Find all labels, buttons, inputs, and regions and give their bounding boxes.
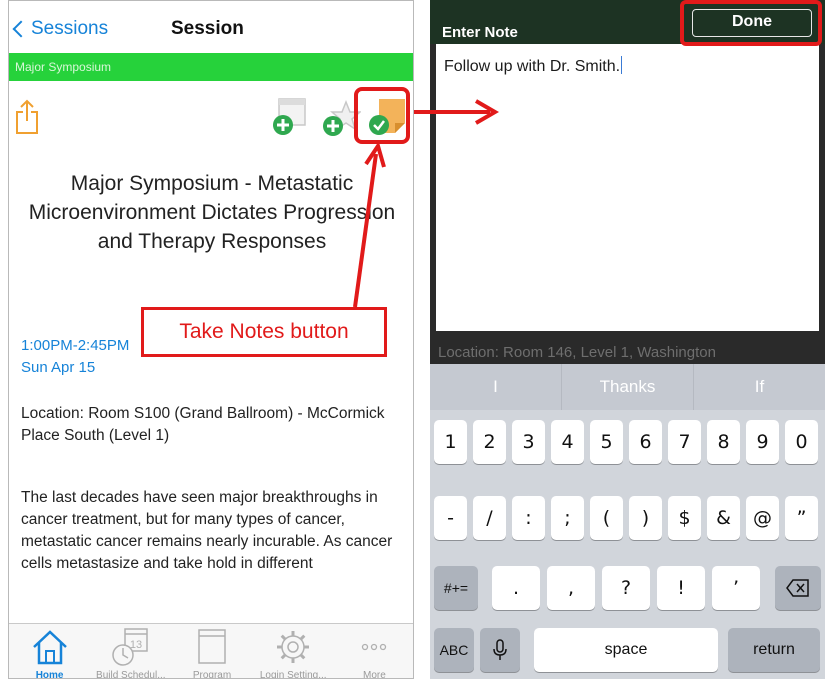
prediction-3[interactable]: If	[694, 364, 825, 410]
key-hyphen[interactable]: -	[434, 496, 467, 540]
backspace-icon	[786, 579, 809, 597]
key-colon[interactable]: :	[512, 496, 545, 540]
predictive-bar: I Thanks If	[430, 364, 825, 410]
key-7[interactable]: 7	[668, 420, 701, 464]
category-bar: Major Symposium	[9, 53, 413, 81]
done-highlight	[680, 0, 822, 46]
more-icon	[362, 643, 387, 651]
key-slash[interactable]: /	[473, 496, 506, 540]
page-title: Session	[171, 18, 244, 39]
key-open-paren[interactable]: (	[590, 496, 623, 540]
key-close-paren[interactable]: )	[629, 496, 662, 540]
tab-build-schedule[interactable]: 13 Build Schedul...	[90, 624, 171, 679]
calendar-clock-icon: 13	[112, 628, 148, 666]
key-exclamation[interactable]: !	[657, 566, 705, 610]
tab-program[interactable]: Program	[171, 624, 252, 679]
tab-more-label: More	[363, 670, 386, 679]
key-at[interactable]: @	[746, 496, 779, 540]
backspace-key[interactable]	[775, 566, 821, 610]
take-notes-callout: Take Notes button	[141, 307, 387, 357]
tab-program-label: Program	[192, 670, 232, 679]
key-abc[interactable]: ABC	[434, 628, 474, 672]
prediction-1[interactable]: I	[430, 364, 562, 410]
session-time: 1:00PM-2:45PM Sun Apr 15	[21, 335, 129, 379]
share-icon[interactable]	[15, 99, 39, 135]
prediction-2[interactable]: Thanks	[562, 364, 694, 410]
take-notes-highlight	[354, 87, 410, 144]
key-5[interactable]: 5	[590, 420, 623, 464]
note-text: Follow up with Dr. Smith.	[444, 58, 621, 75]
key-9[interactable]: 9	[746, 420, 779, 464]
text-cursor	[621, 56, 623, 74]
back-label: Sessions	[31, 18, 109, 39]
chevron-left-icon	[12, 20, 30, 38]
key-6[interactable]: 6	[629, 420, 662, 464]
tab-more[interactable]: More	[334, 624, 413, 679]
key-3[interactable]: 3	[512, 420, 545, 464]
session-date: Sun Apr 15	[21, 359, 96, 376]
key-symbols[interactable]: #+=	[434, 566, 478, 610]
tab-home-label: Home	[35, 670, 64, 679]
key-quote[interactable]: ”	[785, 496, 818, 540]
microphone-icon	[493, 639, 507, 660]
background-location-text: Location: Room 146, Level 1, Washington	[438, 344, 716, 361]
tab-home[interactable]: Home	[9, 624, 90, 679]
add-to-calendar-button[interactable]	[271, 97, 309, 137]
key-4[interactable]: 4	[551, 420, 584, 464]
screenshot-stage: Sessions Session Major Symposium Major S…	[0, 0, 825, 679]
key-period[interactable]: .	[492, 566, 540, 610]
key-2[interactable]: 2	[473, 420, 506, 464]
time-range: 1:00PM-2:45PM	[21, 337, 130, 354]
key-apostrophe[interactable]: ’	[712, 566, 760, 610]
gear-icon	[277, 631, 310, 663]
key-0[interactable]: 0	[785, 420, 818, 464]
key-question[interactable]: ?	[602, 566, 650, 610]
home-icon	[32, 630, 67, 665]
session-description: The last decades have seen major breakth…	[21, 489, 393, 572]
nav-bar: Sessions Session	[9, 1, 413, 53]
key-ampersand[interactable]: &	[707, 496, 740, 540]
tab-build-schedule-label: Build Schedul...	[96, 670, 166, 679]
tab-login-settings-label: Login Setting...	[259, 670, 327, 679]
note-textarea[interactable]: Follow up with Dr. Smith.	[436, 44, 819, 331]
book-icon	[198, 629, 226, 664]
tab-bar: Home 13 Build Schedul... Program Login S…	[9, 623, 413, 679]
note-header-title: Enter Note	[442, 24, 518, 41]
return-key[interactable]: return	[728, 628, 820, 672]
note-entry-screen: Enter Note Done Follow up with Dr. Smith…	[430, 0, 825, 679]
key-dollar[interactable]: $	[668, 496, 701, 540]
dictation-key[interactable]	[480, 628, 520, 672]
key-semicolon[interactable]: ;	[551, 496, 584, 540]
space-key[interactable]: space	[534, 628, 718, 672]
key-8[interactable]: 8	[707, 420, 740, 464]
key-1[interactable]: 1	[434, 420, 467, 464]
tab-login-settings[interactable]: Login Setting...	[253, 624, 334, 679]
session-title: Major Symposium - Metastatic Microenviro…	[28, 172, 396, 253]
keyboard: I Thanks If 1 2 3 4 5 6 7 8 9 0 - / : ; …	[430, 364, 825, 679]
back-button[interactable]: Sessions	[12, 18, 109, 40]
session-location: Location: Room S100 (Grand Ballroom) - M…	[21, 405, 385, 444]
key-comma[interactable]: ,	[547, 566, 595, 610]
